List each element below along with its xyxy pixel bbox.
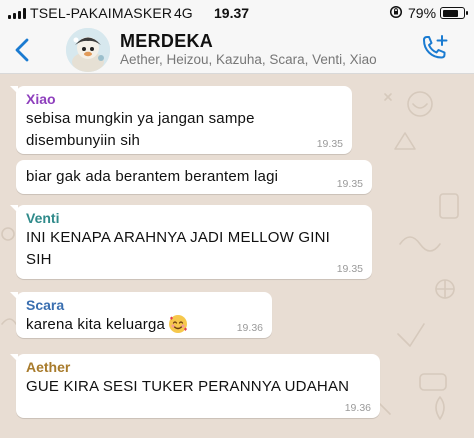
message-bubble[interactable]: Xiao sebisa mungkin ya jangan sampe disemb… [10,86,352,154]
message-timestamp: 19.36 [344,402,371,414]
clock: 19.37 [214,5,250,21]
message-bubble[interactable]: biar gak ada berantem berantem lagi 19.35 [16,160,372,194]
group-name[interactable]: MERDEKA [120,31,213,52]
add-call-button[interactable] [418,34,450,64]
network-type: 4G [174,5,193,21]
message-sender[interactable]: Aether [26,359,370,376]
signal-strength-icon [8,8,26,19]
battery-level-fill [442,9,459,17]
orientation-lock-icon [389,5,403,22]
message-text-line: INI KENAPA ARAHNYA JADI MELLOW GINI [26,229,331,246]
smiling-face-with-hearts-icon [168,314,188,341]
message-sender[interactable]: Scara [26,297,262,314]
chat-header: MERDEKA Aether, Heizou, Kazuha, Scara, V… [0,26,474,74]
chevron-left-icon [15,38,29,62]
message-text-line: karena kita keluarga [26,314,262,341]
message-bubble[interactable]: Aether GUE KIRA SESI TUKER PERANNYA UDAHA… [10,354,380,418]
message-bubble[interactable]: Scara karena kita keluarga 19.36 [10,292,272,341]
message-sender[interactable]: Venti [26,210,362,227]
status-bar: TSEL-PAKAIMASKER 4G 19.37 79% [0,0,474,26]
message-timestamp: 19.35 [336,178,363,190]
message-timestamp: 19.35 [336,263,363,275]
message-text-line: sebisa mungkin ya jangan sampe [26,110,255,127]
message-text-line: GUE KIRA SESI TUKER PERANNYA UDAHAN [26,378,350,395]
group-avatar[interactable] [66,28,110,72]
message-text-line: disembunyiin sih [26,132,141,149]
battery-icon [440,7,468,19]
message-text-line: biar gak ada berantem berantem lagi [26,168,279,185]
chat-area[interactable]: Xiao sebisa mungkin ya jangan sampe disemb… [0,74,474,438]
back-button[interactable] [8,32,38,68]
message-timestamp: 19.36 [236,322,263,334]
battery-percent: 79% [408,5,437,21]
message-bubble[interactable]: Venti INI KENAPA ARAHNYA JADI MELLOW GINI… [10,205,372,279]
message-sender[interactable]: Xiao [26,91,342,108]
message-timestamp: 19.35 [316,138,343,150]
cartoon-character-avatar-image [66,28,110,72]
phone-plus-icon [423,35,448,59]
group-members[interactable]: Aether, Heizou, Kazuha, Scara, Venti, Xi… [120,52,377,67]
carrier-name: TSEL-PAKAIMASKER [30,5,173,21]
message-text-line: SIH [26,251,52,268]
